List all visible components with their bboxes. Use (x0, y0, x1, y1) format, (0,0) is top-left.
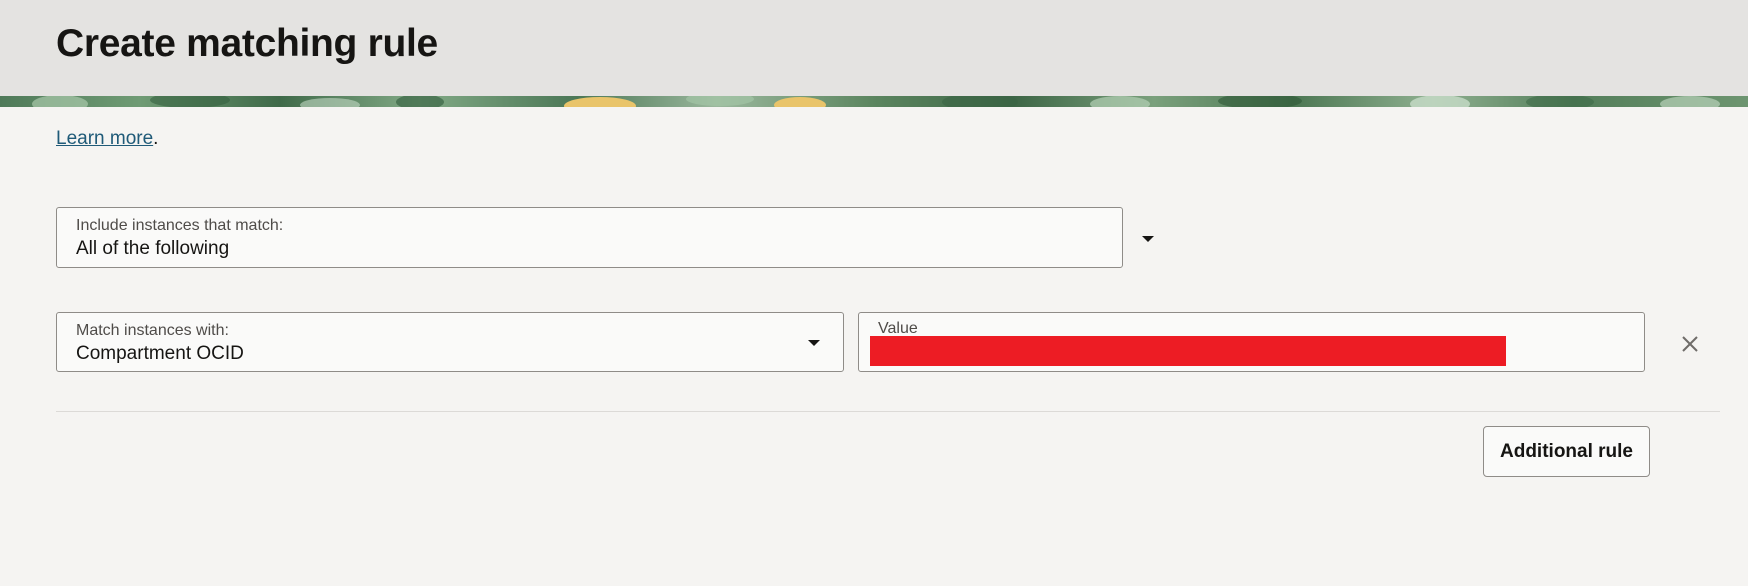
divider (56, 411, 1720, 412)
match-attribute-label: Match instances with: (76, 322, 229, 339)
page-title: Create matching rule (56, 22, 438, 65)
intro-text: Learn more. (56, 128, 158, 150)
match-attribute-value: Compartment OCID (76, 343, 244, 364)
caret-down-icon (1142, 236, 1154, 242)
additional-rule-button[interactable]: Additional rule (1483, 426, 1650, 477)
page-header: Create matching rule (0, 0, 1748, 96)
match-mode-value: All of the following (76, 238, 230, 259)
learn-more-link[interactable]: Learn more (56, 128, 153, 149)
match-attribute-select[interactable]: Match instances with: Compartment OCID (56, 312, 844, 372)
match-mode-label: Include instances that match: (76, 217, 284, 234)
match-mode-select[interactable]: Include instances that match: All of the… (56, 207, 1154, 268)
banner-pattern (32, 96, 1720, 107)
redacted-value (870, 336, 1506, 366)
caret-down-icon (808, 340, 820, 346)
decorative-banner (0, 96, 1748, 107)
rule-value-field[interactable]: Value (858, 312, 1645, 372)
close-icon[interactable] (1676, 330, 1704, 358)
intro-punctuation: . (153, 128, 159, 149)
